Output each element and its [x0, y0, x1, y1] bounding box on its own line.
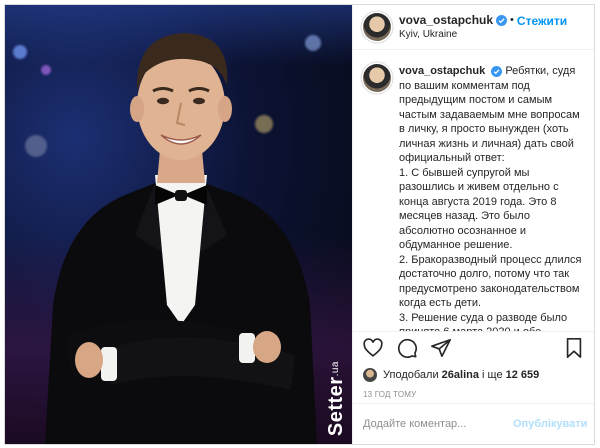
header-top-row: vova_ostapchuk • Стежити	[399, 14, 567, 28]
setter-watermark: Setter.ua	[325, 361, 348, 436]
caption-area: vova_ostapchuk Ребятки, судя по вашим ко…	[353, 50, 594, 332]
instagram-post: Setter.ua vova_ostapchuk • Стежити Kyiv,…	[4, 4, 595, 445]
share-icon[interactable]	[429, 336, 453, 360]
post-actions-bar	[353, 332, 594, 365]
likes-text: Уподобали 26alina і ще 12 659	[383, 369, 539, 381]
caption-line: 1. С бывшей супругой мы разошлись и живе…	[399, 166, 559, 252]
watermark-brand: Setter	[325, 376, 347, 436]
post-comment-button[interactable]: Опублікувати	[513, 418, 587, 430]
post-side-panel: vova_ostapchuk • Стежити Kyiv, Ukraine v…	[352, 5, 594, 444]
caption-line: 3. Решение суда о разводе было принято 6…	[399, 311, 568, 331]
author-username[interactable]: vova_ostapchuk	[399, 14, 493, 27]
header-text: vova_ostapchuk • Стежити Kyiv, Ukraine	[399, 14, 567, 41]
caption-author-avatar[interactable]	[363, 64, 391, 93]
follow-button[interactable]: Стежити	[517, 14, 567, 28]
post-timestamp[interactable]: 13 год тому	[353, 385, 594, 403]
post-caption: vova_ostapchuk Ребятки, судя по вашим ко…	[399, 64, 584, 331]
liker-avatar[interactable]	[363, 367, 377, 382]
verified-badge-icon	[491, 65, 503, 77]
comment-form: Опублікувати	[353, 403, 594, 444]
heart-icon[interactable]	[361, 336, 385, 360]
bookmark-icon[interactable]	[562, 336, 586, 360]
post-header: vova_ostapchuk • Стежити Kyiv, Ukraine	[353, 5, 594, 51]
likes-count[interactable]: 12 659	[506, 369, 540, 381]
likes-summary: Уподобали 26alina і ще 12 659	[353, 365, 594, 385]
comment-icon[interactable]	[395, 336, 419, 360]
separator-dot: •	[510, 14, 514, 27]
author-avatar[interactable]	[363, 13, 391, 42]
caption-username[interactable]: vova_ostapchuk	[399, 65, 485, 77]
likes-middle: і ще	[482, 368, 503, 381]
post-location[interactable]: Kyiv, Ukraine	[399, 28, 567, 41]
likes-prefix: Уподобали	[383, 368, 439, 381]
comment-input[interactable]	[363, 418, 505, 431]
watermark-suffix: .ua	[330, 360, 341, 377]
caption-line: Ребятки, судя по вашим комментам под пре…	[399, 65, 580, 165]
first-liker[interactable]: 26alina	[442, 369, 479, 381]
caption-line: 2. Бракоразводный процесс длился достато…	[399, 253, 582, 310]
man-in-tuxedo	[45, 33, 317, 444]
verified-badge-icon	[496, 15, 508, 27]
post-photo[interactable]: Setter.ua	[5, 5, 352, 444]
